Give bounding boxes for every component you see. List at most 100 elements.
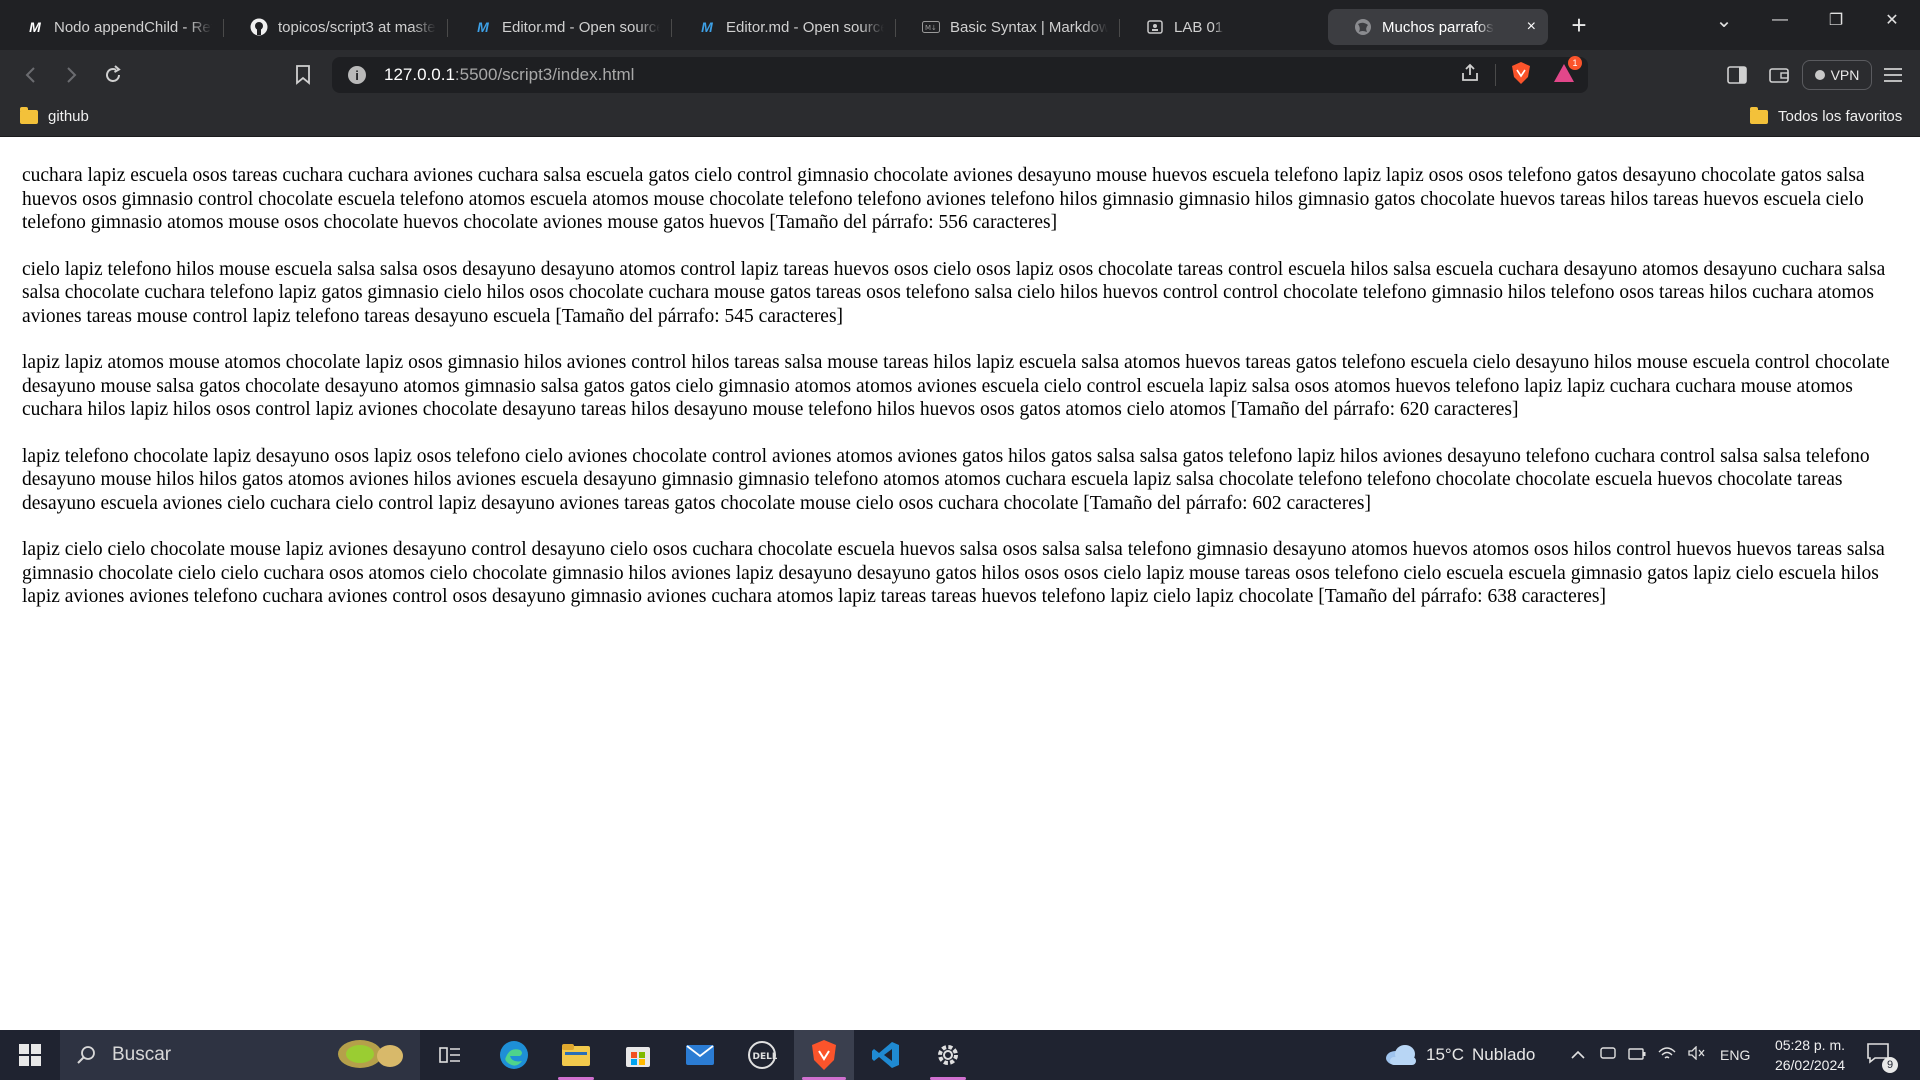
restore-button[interactable]: ❐ (1808, 10, 1864, 30)
address-bar[interactable]: i 127.0.0.1:5500/script3/index.html 1 (332, 55, 1588, 93)
tab-markdown-guide[interactable]: M↓ Basic Syntax | Markdown G (896, 9, 1120, 45)
vpn-button[interactable]: VPN (1802, 60, 1872, 90)
tab-title: Basic Syntax | Markdown G (950, 18, 1108, 36)
bookmark-github[interactable]: github (20, 106, 89, 125)
folder-icon (20, 106, 38, 124)
bookmark-page-button[interactable] (290, 62, 316, 88)
paragraph: cuchara lapiz escuela osos tareas cuchar… (22, 165, 1865, 233)
reload-icon (106, 65, 121, 82)
all-bookmarks[interactable]: Todos los favoritos (1750, 106, 1903, 125)
paragraph: cielo lapiz telefono hilos mouse escuela… (22, 258, 1886, 327)
vscode-app[interactable] (860, 1030, 912, 1080)
tab-title: Editor.md - Open source o (502, 18, 660, 36)
sidebar-toggle-button[interactable] (1724, 62, 1750, 88)
reload-button[interactable] (100, 62, 126, 88)
pistachio-decoration-icon (334, 1030, 406, 1080)
tab-github[interactable]: topicos/script3 at master (224, 9, 448, 45)
tab-title: Editor.md - Open source o (726, 18, 884, 36)
taskbar-search[interactable]: Buscar (60, 1030, 420, 1080)
file-explorer-icon (562, 1044, 590, 1066)
windows-logo-icon (19, 1044, 41, 1066)
wallet-button[interactable] (1766, 62, 1792, 88)
search-icon (77, 1046, 95, 1064)
store-icon (626, 1047, 650, 1067)
tab-editormd-1[interactable]: M Editor.md - Open source o (448, 9, 672, 45)
tab-strip: M Nodo appendChild - Refe topicos/script… (0, 0, 1920, 50)
brave-app[interactable] (794, 1030, 854, 1080)
page-content: cuchara lapiz escuela osos tareas cuchar… (22, 164, 1894, 632)
weather-widget[interactable]: 15°C Nublado (1384, 1030, 1535, 1080)
notification-center-button[interactable]: 9 (1866, 1030, 1898, 1080)
clock[interactable]: 05:28 p. m. 26/02/2024 (1768, 1035, 1852, 1075)
edge-icon (500, 1041, 528, 1069)
dell-icon: DELL (748, 1041, 778, 1069)
window-controls: ⌄ — ❐ ✕ (1696, 0, 1920, 40)
markdown-icon: M↓ (922, 18, 940, 36)
task-view-button[interactable] (430, 1030, 470, 1080)
tab-lab01[interactable]: LAB 01 (1120, 9, 1310, 45)
tab-title: Muchos parrafos (1382, 18, 1494, 36)
volume-muted-icon[interactable] (1688, 1045, 1706, 1065)
github-icon (250, 18, 268, 36)
meet-now-icon[interactable] (1600, 1045, 1616, 1066)
hamburger-menu-icon (1884, 68, 1902, 82)
brave-shields-icon[interactable] (1510, 61, 1532, 90)
notification-count-badge: 9 (1882, 1056, 1898, 1073)
mail-icon (686, 1045, 714, 1065)
svg-text:DELL: DELL (753, 1052, 778, 1062)
mdn-icon: M (29, 19, 41, 35)
tab-mdn[interactable]: M Nodo appendChild - Refe (0, 9, 224, 45)
site-info-icon[interactable]: i (348, 66, 366, 84)
forward-button[interactable] (58, 62, 84, 88)
settings-app[interactable] (922, 1030, 974, 1080)
wifi-icon[interactable] (1658, 1045, 1676, 1065)
notification-icon: 9 (1866, 1042, 1898, 1073)
mail-app[interactable] (674, 1030, 726, 1080)
clock-time: 05:28 p. m. (1774, 1037, 1846, 1053)
globe-icon (1354, 18, 1372, 36)
weather-temp: 15°C (1426, 1045, 1464, 1064)
battery-icon[interactable] (1628, 1045, 1646, 1065)
settings-icon (938, 1045, 958, 1065)
tab-search-icon[interactable]: ⌄ (1696, 8, 1752, 33)
dell-app[interactable]: DELL (736, 1030, 788, 1080)
url-path: :5500/script3/index.html (454, 65, 635, 84)
cloud-icon (1386, 1045, 1416, 1065)
new-tab-button[interactable]: + (1564, 10, 1594, 41)
back-button[interactable] (18, 62, 44, 88)
tab-active-muchos-parrafos[interactable]: Muchos parrafos × (1328, 9, 1548, 45)
tab-title: Nodo appendChild - Refe (54, 18, 212, 36)
vscode-icon (872, 1042, 899, 1068)
file-explorer-app[interactable] (550, 1030, 602, 1080)
edge-app[interactable] (488, 1030, 540, 1080)
language-indicator[interactable]: ENG (1720, 1047, 1750, 1063)
sidebar-icon (1727, 66, 1747, 84)
clock-date: 26/02/2024 (1774, 1057, 1846, 1073)
vpn-label: VPN (1830, 67, 1860, 83)
address-bar-actions: 1 (1459, 55, 1588, 93)
notification-badge: 1 (1568, 55, 1582, 70)
store-app[interactable] (612, 1030, 664, 1080)
chevron-up-icon[interactable] (1570, 1045, 1586, 1065)
svg-text:M↓: M↓ (925, 24, 937, 32)
tab-editormd-2[interactable]: M Editor.md - Open source o (672, 9, 896, 45)
url-host: 127.0.0.1 (384, 65, 455, 84)
editormd-icon: M (701, 19, 713, 35)
all-bookmarks-label: Todos los favoritos (1778, 108, 1903, 125)
close-window-button[interactable]: ✕ (1864, 10, 1920, 30)
forward-arrow-icon (67, 67, 77, 83)
editormd-icon: M (477, 19, 489, 35)
close-tab-icon[interactable]: × (1527, 18, 1536, 36)
start-button[interactable] (10, 1030, 50, 1080)
tray-icons: ENG (1570, 1030, 1750, 1080)
tab-title: LAB 01 (1174, 18, 1224, 36)
main-menu-button[interactable] (1880, 62, 1906, 88)
taskbar: Buscar DELL 15°C Nublado ENG 05:28 p. m.… (0, 1030, 1920, 1080)
paragraph: lapiz cielo cielo chocolate mouse lapiz … (22, 539, 1885, 607)
minimize-button[interactable]: — (1752, 11, 1808, 29)
paragraph: lapiz lapiz atomos mouse atomos chocolat… (22, 352, 1890, 420)
weather-condition: Nublado (1471, 1045, 1536, 1064)
share-icon[interactable] (1459, 62, 1481, 89)
url-text: 127.0.0.1:5500/script3/index.html (384, 65, 634, 85)
brave-rewards-icon[interactable]: 1 (1552, 55, 1582, 89)
